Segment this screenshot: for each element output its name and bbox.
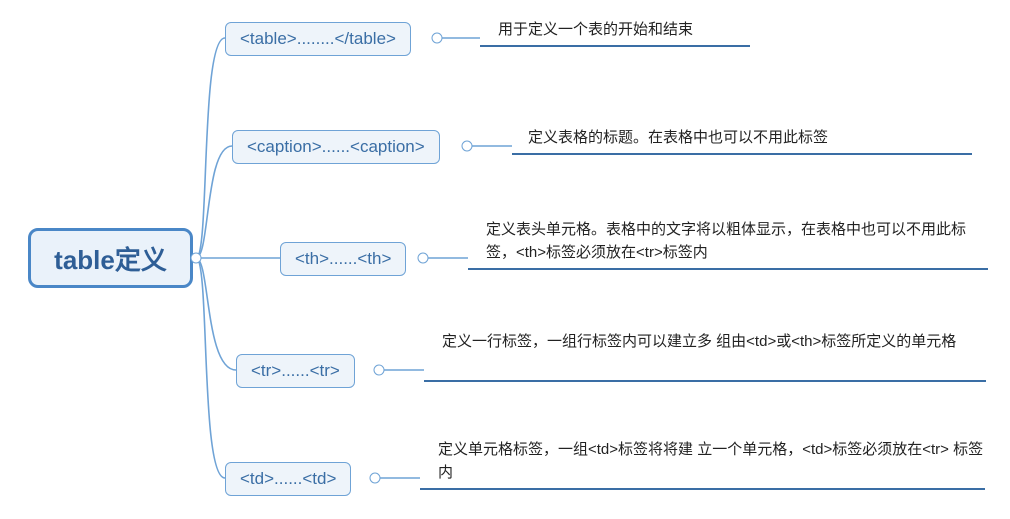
node-caption[interactable]: <caption>......<caption> xyxy=(232,130,440,164)
node-th[interactable]: <th>......<th> xyxy=(280,242,406,276)
node-td-underline xyxy=(420,488,985,490)
node-th-desc: 定义表头单元格。表格中的文字将以粗体显示，在表格中也可以不用此标签，<th>标签… xyxy=(486,218,991,265)
node-table-underline xyxy=(480,45,750,47)
node-th-label: <th>......<th> xyxy=(295,249,391,268)
node-tr-label: <tr>......<tr> xyxy=(251,361,340,380)
node-tr-underline xyxy=(424,380,986,382)
node-th-underline xyxy=(468,268,988,270)
node-table-desc: 用于定义一个表的开始和结束 xyxy=(498,18,918,41)
node-caption-label: <caption>......<caption> xyxy=(247,137,425,156)
node-td[interactable]: <td>......<td> xyxy=(225,462,351,496)
node-table-label: <table>........</table> xyxy=(240,29,396,48)
node-tr-desc: 定义一行标签，一组行标签内可以建立多 组由<td>或<th>标签所定义的单元格 xyxy=(442,330,987,353)
node-td-label: <td>......<td> xyxy=(240,469,336,488)
node-caption-underline xyxy=(512,153,972,155)
node-td-desc: 定义单元格标签，一组<td>标签将将建 立一个单元格，<td>标签必须放在<tr… xyxy=(438,438,988,485)
root-connector-dot xyxy=(191,253,202,264)
node-tr[interactable]: <tr>......<tr> xyxy=(236,354,355,388)
node-caption-desc: 定义表格的标题。在表格中也可以不用此标签 xyxy=(528,126,988,149)
node-table-dot xyxy=(432,33,443,44)
node-caption-dot xyxy=(462,141,473,152)
node-table[interactable]: <table>........</table> xyxy=(225,22,411,56)
node-td-dot xyxy=(370,473,381,484)
node-th-dot xyxy=(418,253,429,264)
root-node[interactable]: table定义 xyxy=(28,228,193,288)
node-tr-dot xyxy=(374,365,385,376)
root-label: table定义 xyxy=(54,240,167,277)
